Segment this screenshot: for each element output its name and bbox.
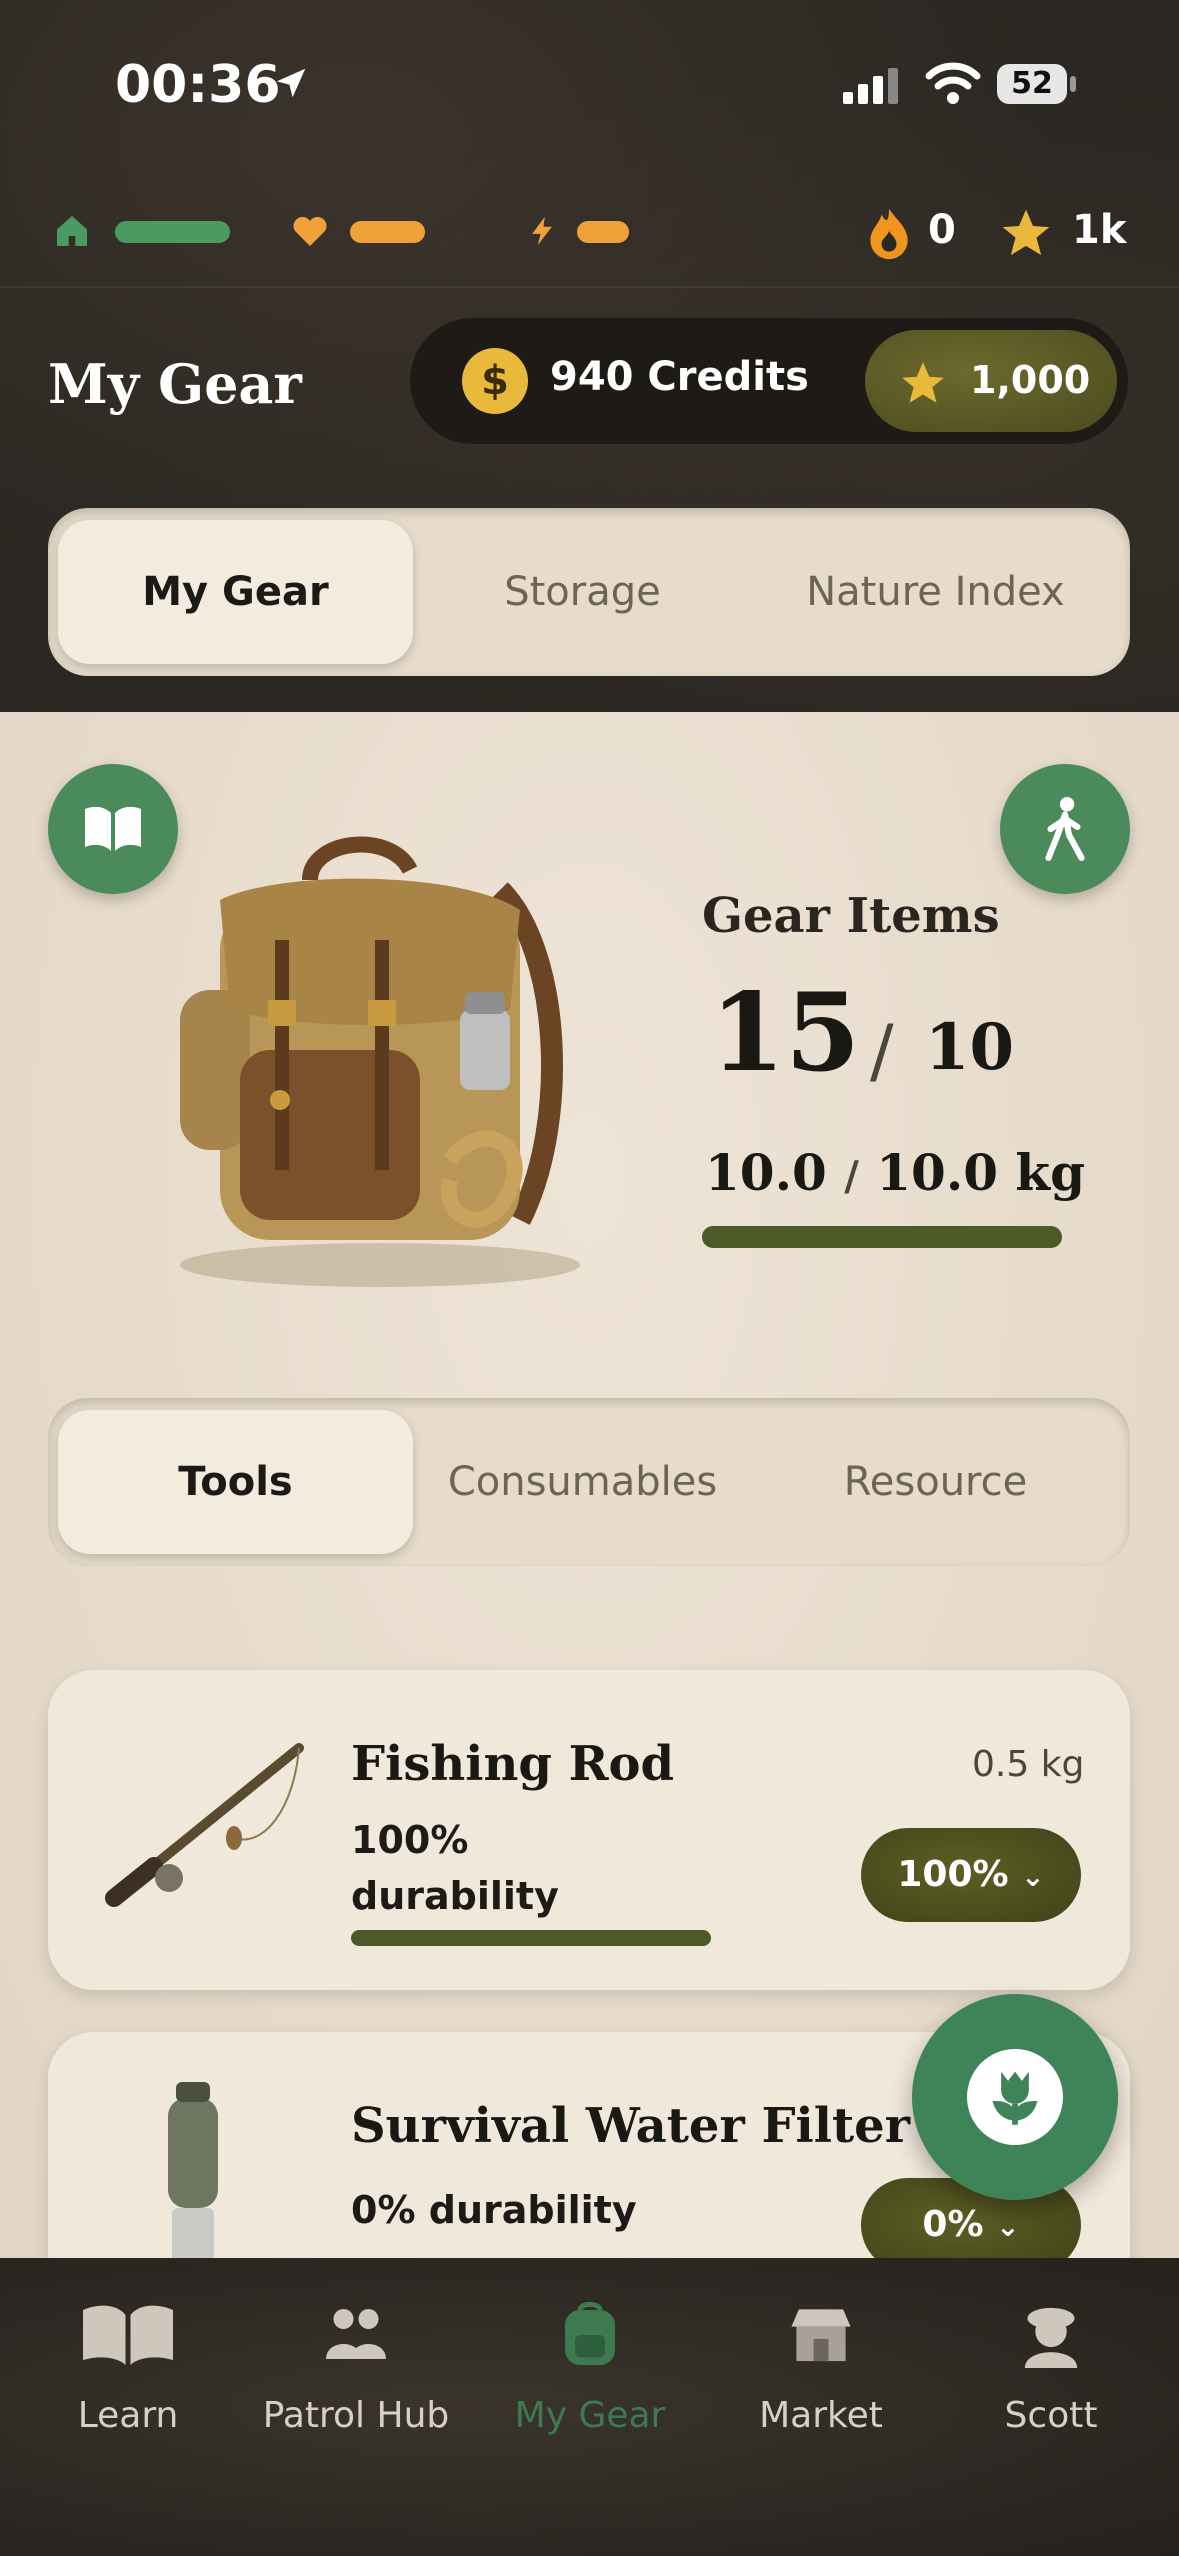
water-filter-illustration xyxy=(168,2082,218,2268)
people-icon xyxy=(326,2309,386,2359)
item-durability: 100% durability xyxy=(351,1812,559,1924)
tab-nature-index[interactable]: Nature Index xyxy=(758,508,1113,676)
item-durability: 0% durability xyxy=(351,2188,637,2232)
bottom-nav: Learn Patrol Hub My Gear Market Scott xyxy=(0,2258,1179,2556)
star-icon xyxy=(1002,209,1050,256)
flame-count: 0 xyxy=(928,207,956,253)
nav-my-gear[interactable]: My Gear xyxy=(472,2300,708,2440)
nav-scott[interactable]: Scott xyxy=(933,2300,1169,2440)
tab-my-gear[interactable]: My Gear xyxy=(58,520,413,664)
weight-readout: 10.0 / 10.0 kg xyxy=(705,1143,1085,1202)
stars-pill[interactable]: 1,000 xyxy=(865,330,1117,432)
item-name: Survival Water Filter xyxy=(351,2098,911,2154)
item-name: Fishing Rod xyxy=(351,1736,675,1792)
currency-pill[interactable]: $ 940 Credits 1,000 xyxy=(410,318,1128,444)
hud-bar: 0 1k xyxy=(0,205,1179,261)
tab-storage[interactable]: Storage xyxy=(405,508,760,676)
credits-label: 940 Credits xyxy=(550,354,809,400)
star-icon xyxy=(902,362,944,403)
count-slash: / xyxy=(870,1010,894,1092)
weight-max: 10.0 kg xyxy=(876,1143,1086,1202)
durability-label: durability xyxy=(351,1874,559,1918)
weight-bar xyxy=(702,1226,1062,1248)
nav-label: Patrol Hub xyxy=(262,2395,450,2436)
market-icon xyxy=(791,2309,851,2362)
open-book-icon xyxy=(85,806,141,851)
gear-count: 15 xyxy=(710,970,861,1096)
flame-icon xyxy=(870,208,908,260)
nav-label: Learn xyxy=(77,2395,179,2436)
heart-icon xyxy=(293,216,327,246)
nav-patrol-hub[interactable]: Patrol Hub xyxy=(238,2300,474,2440)
lightning-icon xyxy=(532,216,552,246)
guide-button[interactable] xyxy=(48,764,178,894)
weight-slash: / xyxy=(844,1153,859,1200)
divider xyxy=(0,286,1179,288)
avatar-icon xyxy=(1024,2307,1078,2368)
location-arrow-icon xyxy=(276,68,306,98)
page-title: My Gear xyxy=(48,352,302,416)
gear-card-fishing-rod[interactable]: Fishing Rod 0.5 kg 100% durability 100% … xyxy=(48,1670,1130,1990)
walk-button[interactable] xyxy=(1000,764,1130,894)
identify-plant-button[interactable] xyxy=(912,1994,1118,2200)
backpack-icon xyxy=(565,2301,615,2365)
gear-capacity: 10 xyxy=(925,1010,1015,1085)
tab-consumables[interactable]: Consumables xyxy=(405,1398,760,1566)
book-icon xyxy=(83,2305,173,2365)
health-bar xyxy=(115,221,230,243)
durability-dropdown-value: 0% xyxy=(922,2204,984,2245)
tulip-icon xyxy=(992,2071,1038,2125)
energy-bar xyxy=(577,221,629,243)
battery-indicator: 52 xyxy=(997,64,1067,104)
home-icon xyxy=(57,216,87,246)
item-weight: 0.5 kg xyxy=(972,1744,1085,1785)
fishing-rod-illustration xyxy=(105,1743,304,1907)
weight-current: 10.0 xyxy=(705,1143,827,1202)
nav-learn[interactable]: Learn xyxy=(10,2300,246,2440)
gear-tabs: My Gear Storage Nature Index xyxy=(48,508,1130,676)
durability-dropdown[interactable]: 100% ⌄ xyxy=(861,1828,1081,1922)
nav-label: My Gear xyxy=(514,2395,666,2436)
gear-items-heading: Gear Items xyxy=(702,888,1000,944)
status-bar: 00:36 52 xyxy=(0,0,1179,180)
nav-label: Scott xyxy=(1004,2395,1098,2436)
backpack-illustration xyxy=(180,836,580,1287)
heart-bar xyxy=(350,221,425,243)
chevron-down-icon: ⌄ xyxy=(996,2210,1020,2243)
durability-percent: 100% xyxy=(351,1818,469,1862)
durability-bar xyxy=(351,1930,711,1946)
durability-dropdown-value: 100% xyxy=(897,1854,1009,1895)
star-count: 1k xyxy=(1072,207,1127,253)
clock: 00:36 xyxy=(115,55,281,115)
coin-icon: $ xyxy=(462,348,528,414)
category-tabs: Tools Consumables Resource xyxy=(48,1398,1130,1566)
tab-resource[interactable]: Resource xyxy=(758,1398,1113,1566)
cellular-signal-icon xyxy=(843,68,898,104)
nav-label: Market xyxy=(759,2395,883,2436)
stars-value: 1,000 xyxy=(970,358,1091,402)
walking-person-icon xyxy=(1045,797,1085,861)
tab-tools[interactable]: Tools xyxy=(58,1410,413,1554)
wifi-icon xyxy=(925,62,981,104)
nav-market[interactable]: Market xyxy=(703,2300,939,2440)
fab-inner-circle xyxy=(967,2049,1063,2145)
chevron-down-icon: ⌄ xyxy=(1021,1860,1045,1893)
battery-tip xyxy=(1070,76,1076,92)
